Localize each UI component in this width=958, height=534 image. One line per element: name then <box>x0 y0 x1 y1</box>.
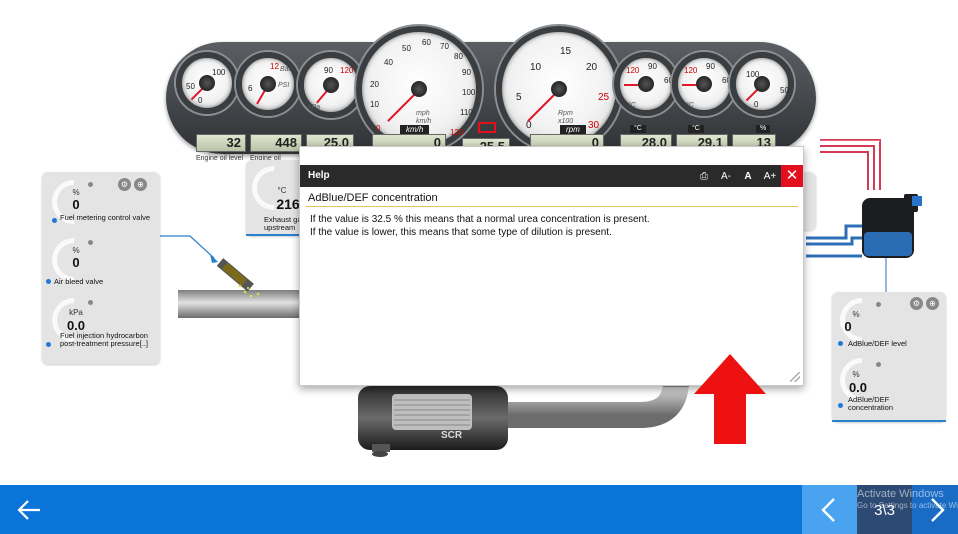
unit-tab-rpm: rpm <box>560 125 586 134</box>
sensor-air-bleed-valve[interactable]: % 0 Air bleed valve <box>42 228 156 292</box>
normal-font-button[interactable]: A <box>737 171 759 182</box>
gauge-hub <box>260 76 276 92</box>
help-dialog: Help ⎙ A- A A+ ✕ AdBlue/DEF concentratio… <box>299 146 804 386</box>
help-title: Help <box>308 170 330 181</box>
help-toolbar: ⎙ A- A A+ ✕ <box>693 165 803 187</box>
unit-tab-celsius-3: °C <box>688 125 704 133</box>
windows-activation-watermark: Activate Windows Go to Settings to activ… <box>857 488 958 510</box>
divider <box>306 206 798 207</box>
diagnostic-screen: 100 50 0 12 Bar 6 PSI 90 120 kPa 40 50 6… <box>0 0 958 534</box>
back-arrow-icon[interactable] <box>14 495 44 525</box>
oil-pressure-gauge: 12 Bar 6 PSI <box>236 52 300 116</box>
print-icon[interactable]: ⎙ <box>693 171 715 182</box>
chevron-left-icon <box>821 498 835 522</box>
gauge-hub <box>199 75 215 91</box>
unit-tab-percent: % <box>756 125 771 133</box>
help-line: If the value is 32.5 % this means that a… <box>310 214 650 225</box>
sensor-adblue-level[interactable]: % 0 AdBlue/DEF level <box>830 288 944 354</box>
gauge-hub <box>551 81 567 97</box>
sensor-fuel-injection-pressure[interactable]: kPa 0.0 Fuel injection hydrocarbon post-… <box>42 288 156 362</box>
gauge-hub <box>411 81 427 97</box>
readout-engine-oil-level: 32 <box>196 134 246 152</box>
red-arrow-indicator <box>694 354 766 444</box>
left-sensor-panel: ⚙ ⊕ % 0 Fuel metering control valve % 0 … <box>42 170 160 364</box>
bottom-nav-bar: 3\3 <box>0 485 958 534</box>
help-titlebar[interactable]: Help ⎙ A- A A+ ✕ <box>300 165 803 187</box>
scr-label: SCR <box>441 430 463 441</box>
close-button[interactable]: ✕ <box>781 165 803 187</box>
readout-engine-oil-pressure: 448 <box>250 134 302 152</box>
sensor-adblue-concentration[interactable]: % 0.0 AdBlue/DEF concentration <box>830 348 944 418</box>
decrease-font-button[interactable]: A- <box>715 171 737 182</box>
help-heading: AdBlue/DEF concentration <box>308 192 438 204</box>
increase-font-button[interactable]: A+ <box>759 171 781 182</box>
gauge-hub <box>638 76 654 92</box>
fuel-temp-gauge: 120 90 60 °C <box>672 52 736 116</box>
unit-tab-kmh: km/h <box>400 125 430 134</box>
sensor-fuel-metering[interactable]: % 0 Fuel metering control valve <box>42 170 156 234</box>
battery-warning-icon <box>478 122 496 133</box>
fuel-level-gauge: 100 50 0 <box>730 52 794 116</box>
coolant-temp-gauge: 120 90 60 °C <box>614 52 678 116</box>
help-body: If the value is 32.5 % this means that a… <box>310 213 650 239</box>
help-line: If the value is lower, this means that s… <box>310 227 612 238</box>
gauge-hub <box>323 77 339 93</box>
gauge-hub <box>696 76 712 92</box>
turbo-pressure-gauge: 90 120 kPa <box>298 52 364 118</box>
resize-grip-icon[interactable] <box>790 372 800 382</box>
unit-tab-celsius-2: °C <box>630 125 646 133</box>
right-sensor-panel: ⚙ ⊕ % 0 AdBlue/DEF level % 0.0 AdBlue/DE… <box>830 288 946 422</box>
gauge-hub <box>754 76 770 92</box>
previous-page-button[interactable] <box>802 485 857 534</box>
oil-level-gauge: 100 50 0 <box>176 52 238 114</box>
